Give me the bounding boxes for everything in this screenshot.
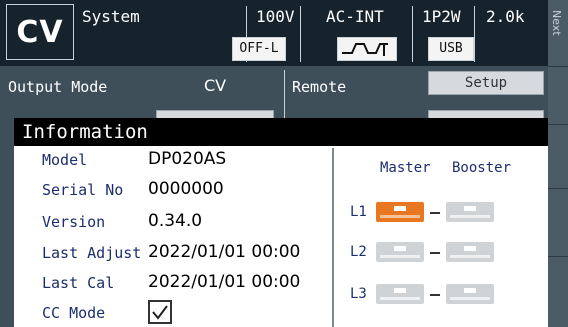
- last-cal-value: 2022/01/01 00:00: [148, 272, 301, 292]
- phase-label: 1P2W: [422, 7, 461, 26]
- waveform-icon: [337, 37, 397, 61]
- model-value: DP020AS: [148, 149, 227, 169]
- cc-mode-label: CC Mode: [42, 304, 106, 322]
- lane-label: L2: [350, 244, 367, 260]
- range-label: 2.0k: [486, 7, 525, 26]
- link-connector: [430, 294, 440, 296]
- last-adjust-value: 2022/01/01 00:00: [148, 242, 301, 262]
- next-softkey[interactable]: Next: [548, 0, 568, 67]
- status-divider: [412, 6, 413, 62]
- source-label: AC-INT: [326, 7, 384, 26]
- master-unit-icon: [376, 202, 424, 222]
- voltage-range: 100V: [256, 7, 295, 26]
- serial-label: Serial No: [42, 181, 124, 199]
- menu-title: System: [82, 7, 140, 26]
- booster-column-label: Booster: [452, 160, 512, 176]
- remote-label: Remote: [292, 78, 347, 96]
- lane-label: L1: [350, 204, 367, 220]
- status-bar: CV System 100V OFF-L AC-INT 1P2W 2.0k US…: [0, 0, 548, 66]
- lane-label: L3: [350, 286, 367, 302]
- next-softkey-label: Next: [550, 10, 563, 36]
- status-divider: [474, 6, 475, 62]
- serial-value: 0000000: [148, 179, 224, 199]
- version-label: Version: [42, 213, 106, 231]
- status-divider: [300, 6, 301, 62]
- master-column-label: Master: [380, 160, 431, 176]
- output-state-badge: OFF-L: [232, 37, 286, 61]
- link-connector: [430, 252, 440, 254]
- booster-unit-icon: [446, 284, 494, 304]
- softkey-2[interactable]: [548, 66, 568, 125]
- setup-button[interactable]: Setup: [428, 71, 544, 95]
- master-unit-icon: [376, 242, 424, 262]
- information-dialog: Information Model DP020AS Serial No 0000…: [14, 118, 548, 327]
- output-mode-value[interactable]: CV: [204, 76, 226, 95]
- booster-unit-icon: [446, 202, 494, 222]
- checkmark-icon: [152, 305, 168, 320]
- mode-indicator: CV: [6, 4, 74, 60]
- master-unit-icon: [376, 284, 424, 304]
- last-cal-label: Last Cal: [42, 274, 115, 292]
- dialog-divider: [332, 148, 334, 327]
- last-adjust-label: Last Adjust: [42, 244, 142, 262]
- usb-badge: USB: [428, 37, 474, 61]
- model-label: Model: [42, 151, 88, 169]
- softkey-5[interactable]: [548, 256, 568, 327]
- instrument-screen: CV System 100V OFF-L AC-INT 1P2W 2.0k US…: [0, 0, 568, 327]
- booster-unit-icon: [446, 242, 494, 262]
- cc-mode-checkbox[interactable]: [148, 300, 172, 324]
- link-connector: [430, 212, 440, 214]
- version-value: 0.34.0: [148, 211, 203, 231]
- softkey-4[interactable]: [548, 188, 568, 257]
- output-mode-label: Output Mode: [8, 78, 108, 96]
- dialog-title: Information: [22, 121, 148, 143]
- softkey-column: Next: [548, 0, 568, 327]
- softkey-3[interactable]: [548, 124, 568, 189]
